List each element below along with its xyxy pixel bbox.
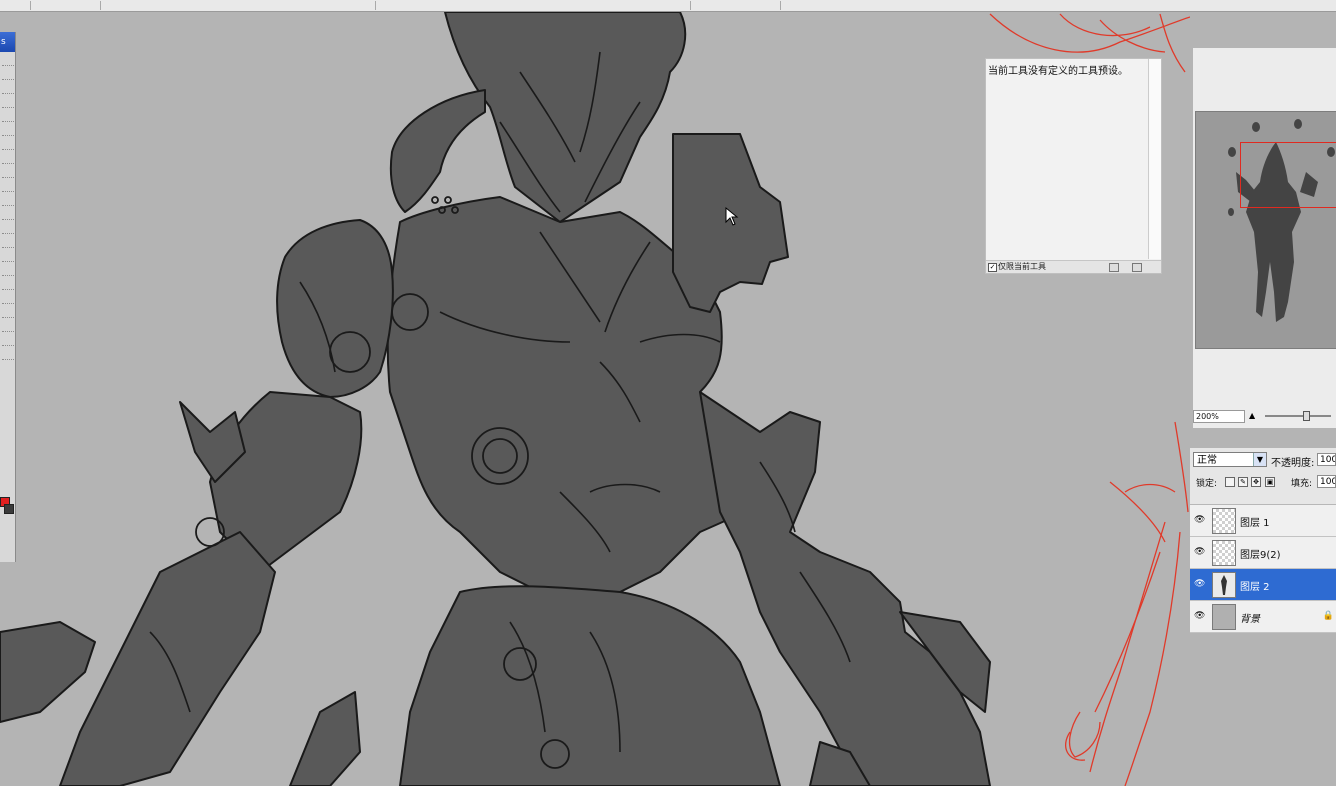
layer-name: 图层 1 <box>1240 518 1270 529</box>
pen-tool-icon[interactable] <box>2 250 14 262</box>
layer-name: 背景 <box>1240 614 1260 625</box>
lock-icon: 🔒 <box>1322 611 1334 621</box>
layer-thumbnail <box>1212 508 1236 534</box>
hand-tool-icon[interactable] <box>2 334 14 346</box>
options-separator <box>100 1 101 10</box>
right-panel-dock: 200% ▲ 正常 ▼ 不透明度: 100% 锁定: ✎ ✥ ▣ 填充: 100… <box>1190 12 1336 786</box>
layer-thumbnail <box>1212 572 1236 598</box>
delete-preset-icon[interactable] <box>1132 263 1142 272</box>
navigator-panel: 200% ▲ <box>1193 48 1336 428</box>
brush-tool-icon[interactable] <box>2 152 14 164</box>
options-separator <box>30 1 31 10</box>
path-selection-tool-icon[interactable] <box>2 278 14 290</box>
lock-icon[interactable]: ▣ <box>1265 477 1275 487</box>
crop-tool-icon[interactable] <box>2 110 14 122</box>
slice-tool-icon[interactable] <box>2 124 14 136</box>
stamp-tool-icon[interactable] <box>2 166 14 178</box>
navigator-view-box[interactable] <box>1240 142 1336 208</box>
chevron-down-icon: ▼ <box>1253 453 1266 466</box>
lock-label: 锁定: <box>1196 479 1218 489</box>
navigator-thumbnail[interactable] <box>1195 111 1336 349</box>
opacity-field[interactable]: 100% <box>1317 453 1336 466</box>
options-separator <box>690 1 691 10</box>
navigator-zoom-row: 200% ▲ <box>1193 410 1336 423</box>
eraser-tool-icon[interactable] <box>2 194 14 206</box>
shape-tool-icon[interactable] <box>2 292 14 304</box>
figure-silhouette <box>0 12 991 786</box>
layer-thumbnail <box>1212 604 1236 630</box>
marquee-tool-icon[interactable] <box>2 68 14 80</box>
lasso-tool-icon[interactable] <box>2 82 14 94</box>
options-separator <box>780 1 781 10</box>
lock-transparent-icon[interactable] <box>1225 477 1235 487</box>
layer-row[interactable]: 👁 图层9(2) <box>1190 537 1336 569</box>
notes-tool-icon[interactable] <box>2 306 14 318</box>
layer-thumbnail <box>1212 540 1236 566</box>
current-tool-only-checkbox[interactable]: ✓ <box>988 263 997 272</box>
zoom-out-icon[interactable]: ▲ <box>1249 411 1255 420</box>
toolbox-title: s <box>0 32 15 52</box>
type-tool-icon[interactable] <box>2 264 14 276</box>
lock-paint-icon[interactable]: ✎ <box>1238 477 1248 487</box>
gradient-tool-icon[interactable] <box>2 208 14 220</box>
layer-name: 图层9(2) <box>1240 550 1281 561</box>
toolbox: s <box>0 32 16 562</box>
fill-field[interactable]: 100% <box>1317 475 1336 488</box>
history-brush-tool-icon[interactable] <box>2 180 14 192</box>
current-tool-only-label: 仅限当前工具 <box>998 262 1046 271</box>
new-preset-icon[interactable] <box>1109 263 1119 272</box>
tool-presets-panel: 当前工具没有定义的工具预设。 ✓ 仅限当前工具 <box>985 58 1162 274</box>
eye-icon[interactable]: 👁 <box>1194 612 1205 621</box>
eye-icon[interactable]: 👁 <box>1194 516 1205 525</box>
presets-message: 当前工具没有定义的工具预设。 <box>988 66 1128 77</box>
magic-wand-tool-icon[interactable] <box>2 96 14 108</box>
opacity-label: 不透明度: <box>1271 458 1315 469</box>
move-tool-icon[interactable] <box>2 54 14 66</box>
options-bar <box>0 0 1336 12</box>
dodge-tool-icon[interactable] <box>2 236 14 248</box>
layers-controls: 正常 ▼ 不透明度: 100% 锁定: ✎ ✥ ▣ 填充: 100% <box>1190 448 1336 505</box>
layer-row[interactable]: 👁 背景 🔒 <box>1190 601 1336 633</box>
layer-row-selected[interactable]: 👁 图层 2 <box>1190 569 1336 601</box>
layer-row[interactable]: 👁 图层 1 <box>1190 505 1336 537</box>
layer-name: 图层 2 <box>1240 582 1270 593</box>
healing-tool-icon[interactable] <box>2 138 14 150</box>
eye-icon[interactable]: 👁 <box>1194 548 1205 557</box>
zoom-slider[interactable] <box>1265 411 1331 421</box>
eyedropper-tool-icon[interactable] <box>2 320 14 332</box>
zoom-field[interactable]: 200% <box>1193 410 1245 423</box>
red-sketch-figure <box>1065 421 1189 786</box>
blur-tool-icon[interactable] <box>2 222 14 234</box>
presets-scrollbar[interactable] <box>1148 59 1161 259</box>
layer-thumbnail-figure <box>1221 575 1227 595</box>
zoom-slider-knob[interactable] <box>1303 411 1310 421</box>
fill-label: 填充: <box>1291 479 1313 489</box>
zoom-tool-icon[interactable] <box>2 348 14 360</box>
blend-mode-value: 正常 <box>1197 455 1217 466</box>
blend-mode-select[interactable]: 正常 ▼ <box>1193 452 1267 467</box>
layers-panel: 正常 ▼ 不透明度: 100% 锁定: ✎ ✥ ▣ 填充: 100% 👁 图层 … <box>1190 448 1336 786</box>
presets-footer: ✓ 仅限当前工具 <box>986 260 1161 273</box>
background-color-swatch[interactable] <box>4 504 14 514</box>
eye-icon[interactable]: 👁 <box>1194 580 1205 589</box>
lock-position-icon[interactable]: ✥ <box>1251 477 1261 487</box>
options-separator <box>375 1 376 10</box>
